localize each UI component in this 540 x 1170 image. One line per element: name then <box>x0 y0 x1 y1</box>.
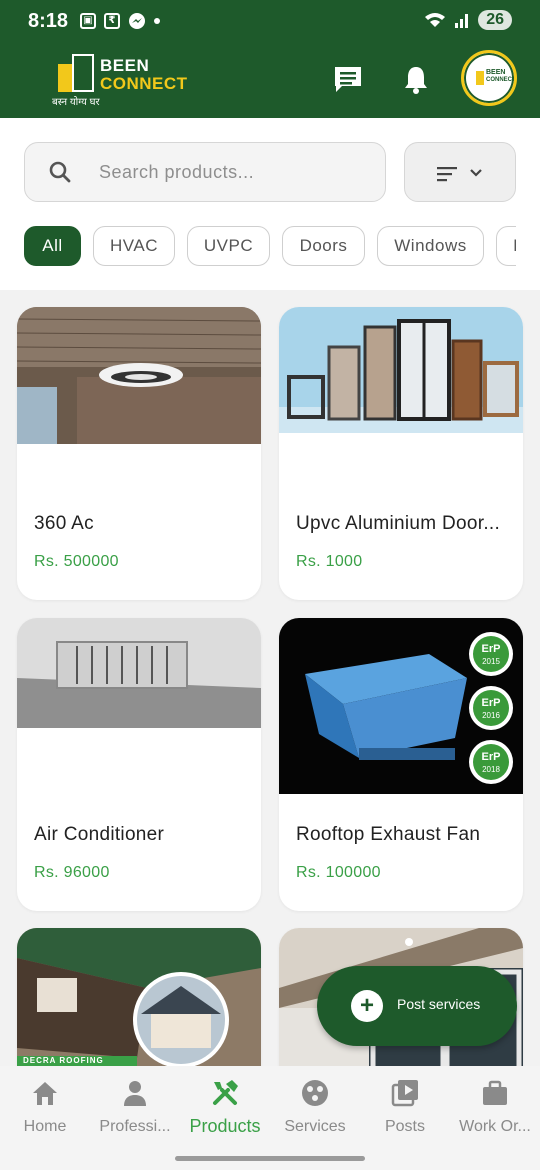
status-bar: 8:18 ▣ ₹ 26 <box>0 0 540 40</box>
svg-text:ErP: ErP <box>482 643 501 655</box>
chip-windows[interactable]: Windows <box>377 226 484 266</box>
chip-all[interactable]: All <box>24 226 81 266</box>
nav-label: Work Or... <box>459 1118 531 1135</box>
sort-dropdown-button[interactable] <box>404 142 516 202</box>
logo-text-line1: BEEN <box>100 56 150 75</box>
avatar-logo-icon <box>476 71 484 85</box>
chip-uvpc[interactable]: UVPC <box>187 226 270 266</box>
svg-text:ErP: ErP <box>482 697 501 709</box>
product-price: Rs. 500000 <box>34 553 119 570</box>
chat-button[interactable] <box>330 62 366 98</box>
chip-doors[interactable]: Doors <box>282 226 365 266</box>
home-icon <box>33 1082 57 1105</box>
nav-label: Professi... <box>99 1118 171 1135</box>
briefcase-icon <box>483 1080 507 1105</box>
category-chips: All HVAC UVPC Doors Windows I <box>24 226 516 268</box>
sort-icon <box>437 167 482 182</box>
bell-icon <box>405 67 427 94</box>
product-price: Rs. 96000 <box>34 864 110 881</box>
erp-badges: ErP 2015 ErP 2016 ErP 2018 <box>467 630 515 786</box>
nav-label: Posts <box>384 1118 425 1135</box>
product-price: Rs. 100000 <box>296 864 381 881</box>
posts-icon <box>391 1080 418 1107</box>
product-card[interactable]: Air Conditioner Rs. 96000 <box>17 618 261 911</box>
person-icon <box>124 1081 146 1106</box>
product-price: Rs. 1000 <box>296 553 363 570</box>
filter-panel: All HVAC UVPC Doors Windows I <box>0 118 540 290</box>
signal-icon <box>455 14 469 28</box>
chip-hvac[interactable]: HVAC <box>93 226 175 266</box>
logo-tagline: बस्न योग्य घर <box>52 97 100 108</box>
svg-text:2016: 2016 <box>482 711 500 720</box>
chat-icon <box>335 67 361 92</box>
wifi-icon <box>425 13 446 27</box>
logo-text-line2: CONNECT <box>100 74 188 93</box>
tools-icon <box>213 1080 238 1105</box>
plus-icon: + <box>351 990 383 1022</box>
chip-more[interactable]: I <box>496 226 516 266</box>
search-box[interactable] <box>24 142 386 202</box>
product-name: Upvc Aluminium Door... <box>296 513 501 534</box>
product-image <box>17 307 261 444</box>
nav-work-orders[interactable]: Work Or... <box>450 1078 540 1148</box>
status-time: 8:18 <box>28 10 69 32</box>
battery-indicator: 26 <box>478 10 512 30</box>
nav-label: Home <box>23 1118 67 1135</box>
avatar-logo-text2: CONNECT <box>486 77 516 83</box>
profile-avatar[interactable]: BEEN CONNECT <box>461 50 517 106</box>
nav-home[interactable]: Home <box>0 1078 90 1148</box>
gesture-bar <box>175 1156 365 1161</box>
search-input[interactable] <box>99 143 369 201</box>
messenger-icon <box>129 13 145 29</box>
services-icon <box>302 1080 328 1106</box>
search-icon <box>49 161 71 183</box>
nav-products[interactable]: Products <box>180 1078 270 1148</box>
product-name: Rooftop Exhaust Fan <box>296 824 481 845</box>
erp-badge-icon: ErP 2015 ErP 2016 ErP 2018 <box>469 632 513 784</box>
logo-building-icon <box>46 52 98 92</box>
rupee-icon: ₹ <box>104 13 120 29</box>
nav-professionals[interactable]: Professi... <box>90 1078 180 1148</box>
dot-icon <box>154 18 160 24</box>
notification-icons: ▣ ₹ <box>80 12 160 30</box>
product-image <box>17 618 261 728</box>
product-name: Air Conditioner <box>34 824 165 845</box>
svg-text:2015: 2015 <box>482 657 500 666</box>
app-header: BEEN CONNECT बस्न योग्य घर <box>0 40 540 118</box>
screenshot-icon: ▣ <box>80 13 96 29</box>
nav-posts[interactable]: Posts <box>360 1078 450 1148</box>
post-services-button[interactable]: + Post services <box>317 966 517 1046</box>
fab-label: Post services <box>397 996 481 1012</box>
svg-text:ErP: ErP <box>482 751 501 763</box>
product-card[interactable]: ErP 2015 ErP 2016 ErP 2018 Rooftop Exhau… <box>279 618 523 911</box>
svg-text:2018: 2018 <box>482 765 500 774</box>
bottom-navigation: Home Professi... Products Services Posts… <box>0 1066 540 1170</box>
product-name: 360 Ac <box>34 513 94 534</box>
system-icons: 26 <box>424 10 512 30</box>
avatar-logo-text1: BEEN <box>486 69 506 76</box>
product-card[interactable]: 360 Ac Rs. 500000 <box>17 307 261 600</box>
nav-services[interactable]: Services <box>270 1078 360 1148</box>
nav-label: Services <box>284 1118 346 1135</box>
notifications-button[interactable] <box>398 62 434 98</box>
product-image <box>279 307 523 433</box>
product-banner: DECRA ROOFING <box>23 1056 104 1065</box>
nav-label: Products <box>189 1116 261 1136</box>
brand-logo[interactable]: BEEN CONNECT बस्न योग्य घर <box>46 52 188 108</box>
product-card[interactable]: Upvc Aluminium Door... Rs. 1000 <box>279 307 523 600</box>
